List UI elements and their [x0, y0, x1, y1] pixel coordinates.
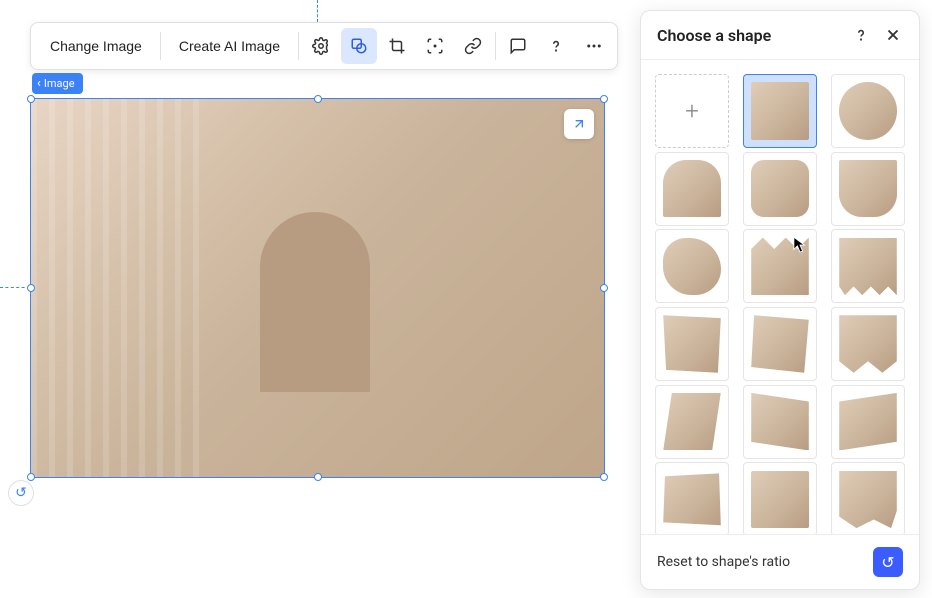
resize-handle[interactable]: [600, 473, 608, 481]
shape-mask-icon[interactable]: [341, 28, 377, 64]
shape-option-rect2[interactable]: [743, 462, 817, 534]
reset-ratio-label: Reset to shape's ratio: [657, 554, 790, 570]
panel-footer: Reset to shape's ratio ↺: [641, 534, 919, 589]
image-toolbar: Change Image Create AI Image: [30, 22, 618, 70]
shape-grid: +: [641, 60, 919, 534]
selected-image-frame[interactable]: [30, 98, 605, 478]
shape-option-torn1[interactable]: [655, 307, 729, 381]
close-icon[interactable]: [883, 25, 903, 45]
shape-thumb: [663, 315, 721, 373]
add-shape-button[interactable]: +: [655, 74, 729, 148]
resize-handle[interactable]: [600, 95, 608, 103]
shape-option-trap2[interactable]: [743, 385, 817, 459]
create-ai-image-button[interactable]: Create AI Image: [165, 30, 294, 62]
resize-handle[interactable]: [27, 95, 35, 103]
breadcrumb-label: Image: [44, 77, 75, 90]
breadcrumb[interactable]: Image: [32, 73, 83, 94]
shape-thumb: [839, 238, 897, 296]
expand-icon[interactable]: [564, 109, 594, 139]
resize-handle[interactable]: [27, 473, 35, 481]
shape-thumb: [751, 315, 809, 373]
resize-handle[interactable]: [600, 284, 608, 292]
divider: [298, 32, 299, 60]
divider: [495, 32, 496, 60]
shape-thumb: [839, 393, 897, 451]
shape-thumb: [663, 393, 721, 451]
resize-handle[interactable]: [314, 473, 322, 481]
help-icon[interactable]: [538, 28, 574, 64]
more-icon[interactable]: [576, 28, 612, 64]
shape-thumb: [663, 160, 721, 218]
shape-option-rounded[interactable]: [743, 152, 817, 226]
crop-icon[interactable]: [379, 28, 415, 64]
shape-thumb: [751, 471, 809, 529]
focal-point-icon[interactable]: [417, 28, 453, 64]
shape-option-notch[interactable]: [831, 152, 905, 226]
shape-thumb: [751, 160, 809, 218]
horizontal-guide: [0, 287, 30, 288]
resize-handle[interactable]: [27, 284, 35, 292]
panel-title: Choose a shape: [657, 26, 771, 45]
comment-icon[interactable]: [500, 28, 536, 64]
divider: [160, 32, 161, 60]
shape-option-arch[interactable]: [655, 152, 729, 226]
resize-handle[interactable]: [314, 95, 322, 103]
change-image-button[interactable]: Change Image: [36, 30, 156, 62]
shape-option-rect[interactable]: [743, 74, 817, 148]
panel-header: Choose a shape: [641, 11, 919, 60]
reset-ratio-button[interactable]: ↺: [873, 547, 903, 577]
shape-option-trap1[interactable]: [655, 385, 729, 459]
shape-option-wave[interactable]: [831, 307, 905, 381]
shape-option-scallop[interactable]: [831, 229, 905, 303]
panel-help-icon[interactable]: [851, 25, 871, 45]
shape-thumb: [663, 238, 721, 296]
shape-option-brush[interactable]: [655, 462, 729, 534]
shape-thumb: [751, 238, 809, 296]
undo-icon[interactable]: ↺: [8, 480, 34, 506]
shape-panel: Choose a shape + Reset to shape's ratio …: [640, 10, 920, 590]
shape-thumb: [839, 82, 897, 140]
shape-option-circle[interactable]: [831, 74, 905, 148]
shape-option-zig[interactable]: [743, 229, 817, 303]
shape-option-trap3[interactable]: [831, 385, 905, 459]
shape-thumb: [751, 82, 809, 140]
settings-icon[interactable]: [303, 28, 339, 64]
shape-option-organic[interactable]: [831, 462, 905, 534]
shape-thumb: [839, 471, 897, 529]
shape-thumb: [839, 160, 897, 218]
shape-thumb: [663, 471, 721, 529]
shape-thumb: [751, 393, 809, 451]
shape-option-torn2[interactable]: [743, 307, 817, 381]
shape-option-blob[interactable]: [655, 229, 729, 303]
image-content: [31, 99, 604, 477]
vertical-guide: [317, 0, 318, 22]
shape-thumb: [839, 315, 897, 373]
link-icon[interactable]: [455, 28, 491, 64]
